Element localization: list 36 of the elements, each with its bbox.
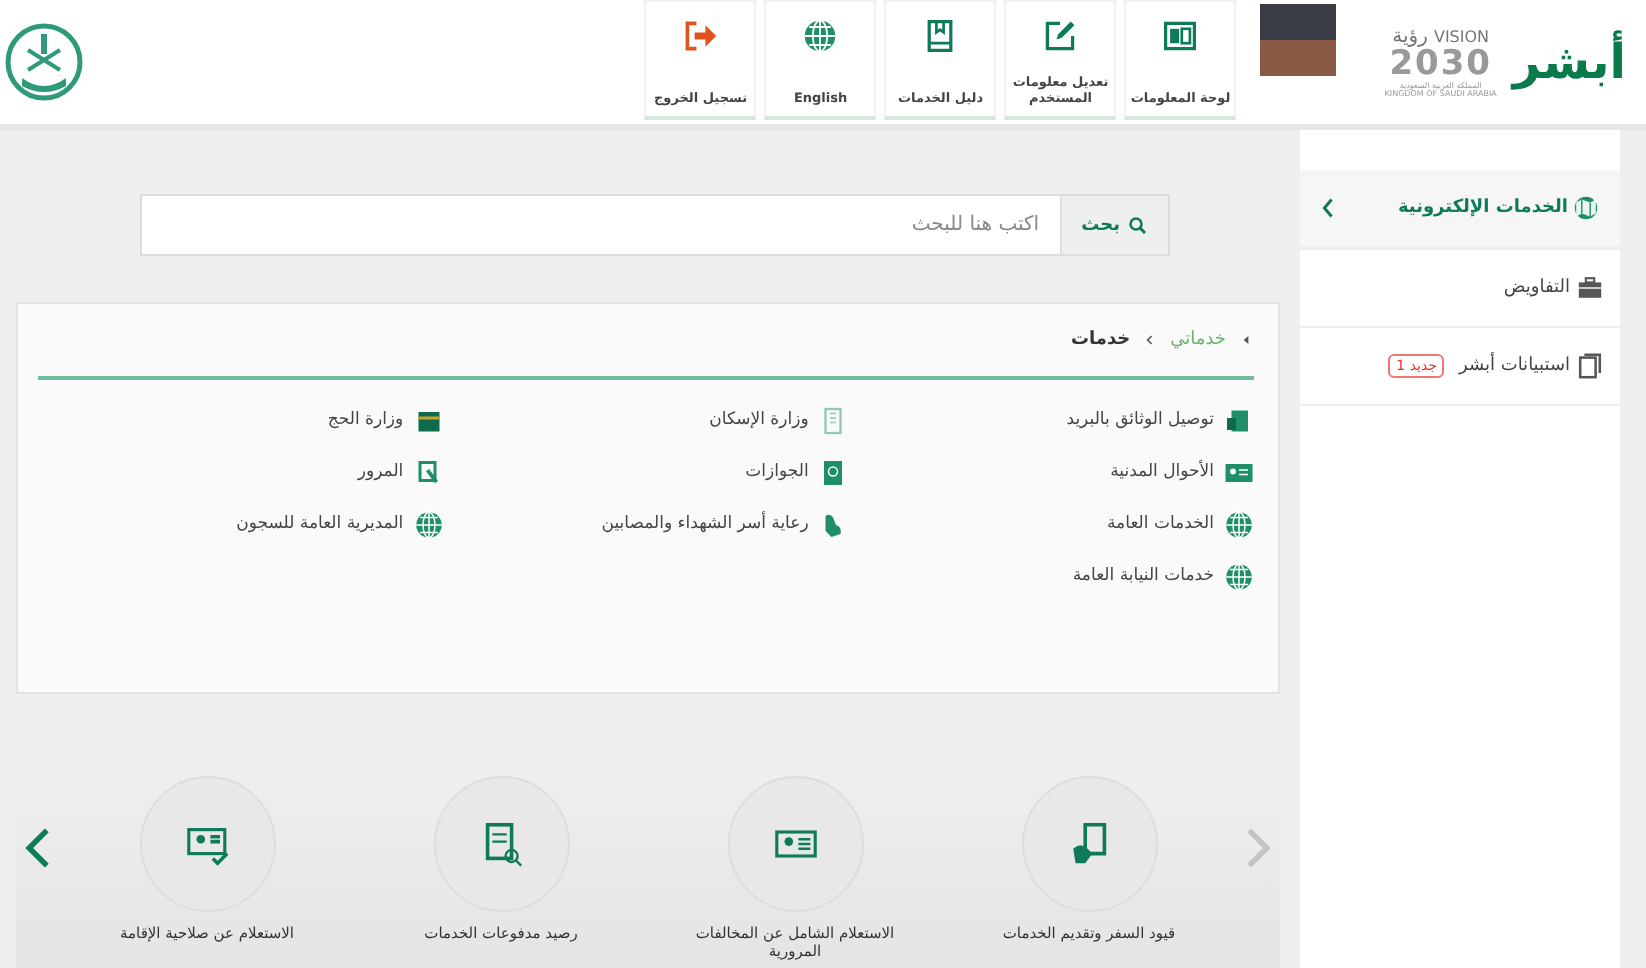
absher-logo: أبشر [1508,28,1628,94]
search-field[interactable]: اكتب هنا للبحث [140,194,1060,256]
service-link[interactable]: توصيل الوثائق بالبريد [908,400,1254,440]
service-link[interactable]: الخدمات العامة [908,504,1254,544]
service-link[interactable]: وزارة الحج [97,400,444,440]
sidebar-header[interactable]: الخدمات الإلكترونية [1300,170,1620,250]
globe-icon [802,18,839,54]
clipboard-icon [1576,352,1604,380]
vision-text: VISION [1433,29,1490,45]
traffic-icon [413,457,444,487]
globe-icon [413,509,444,539]
globe-icon [1224,509,1254,539]
service-link[interactable]: المديرية العامة للسجون [97,504,444,544]
service-link[interactable]: خدمات النيابة العامة [908,556,1254,596]
service-link[interactable]: رعاية أسر الشهداء والمصابين [503,504,849,544]
photo-placeholder [1260,4,1337,76]
mail-icon [1224,405,1254,435]
caret-icon [1238,332,1254,348]
map-icon [1572,194,1600,222]
logout-icon [682,18,719,54]
sidebar-title: الخدمات الإلكترونية [1397,198,1568,218]
emblem-icon [4,22,84,102]
briefcase-icon [1576,274,1604,302]
globe-icon [1224,561,1254,591]
service-link[interactable]: الأحوال المدنية [908,452,1254,492]
dashboard-icon [1162,18,1199,54]
vision-text: رؤية [1392,27,1428,47]
sidebar-item[interactable]: التفاويض [1300,250,1620,328]
service-link[interactable]: الجوازات [503,452,849,492]
edit-icon [1042,18,1079,54]
breadcrumb-item[interactable]: خدمات [1070,330,1131,350]
service-link[interactable]: المرور [97,452,444,492]
search-button[interactable]: بحث [1059,194,1170,256]
vision-year: 2030 [1389,47,1493,81]
service-link[interactable]: وزارة الإسكان [503,400,849,440]
search-icon [1128,215,1148,235]
